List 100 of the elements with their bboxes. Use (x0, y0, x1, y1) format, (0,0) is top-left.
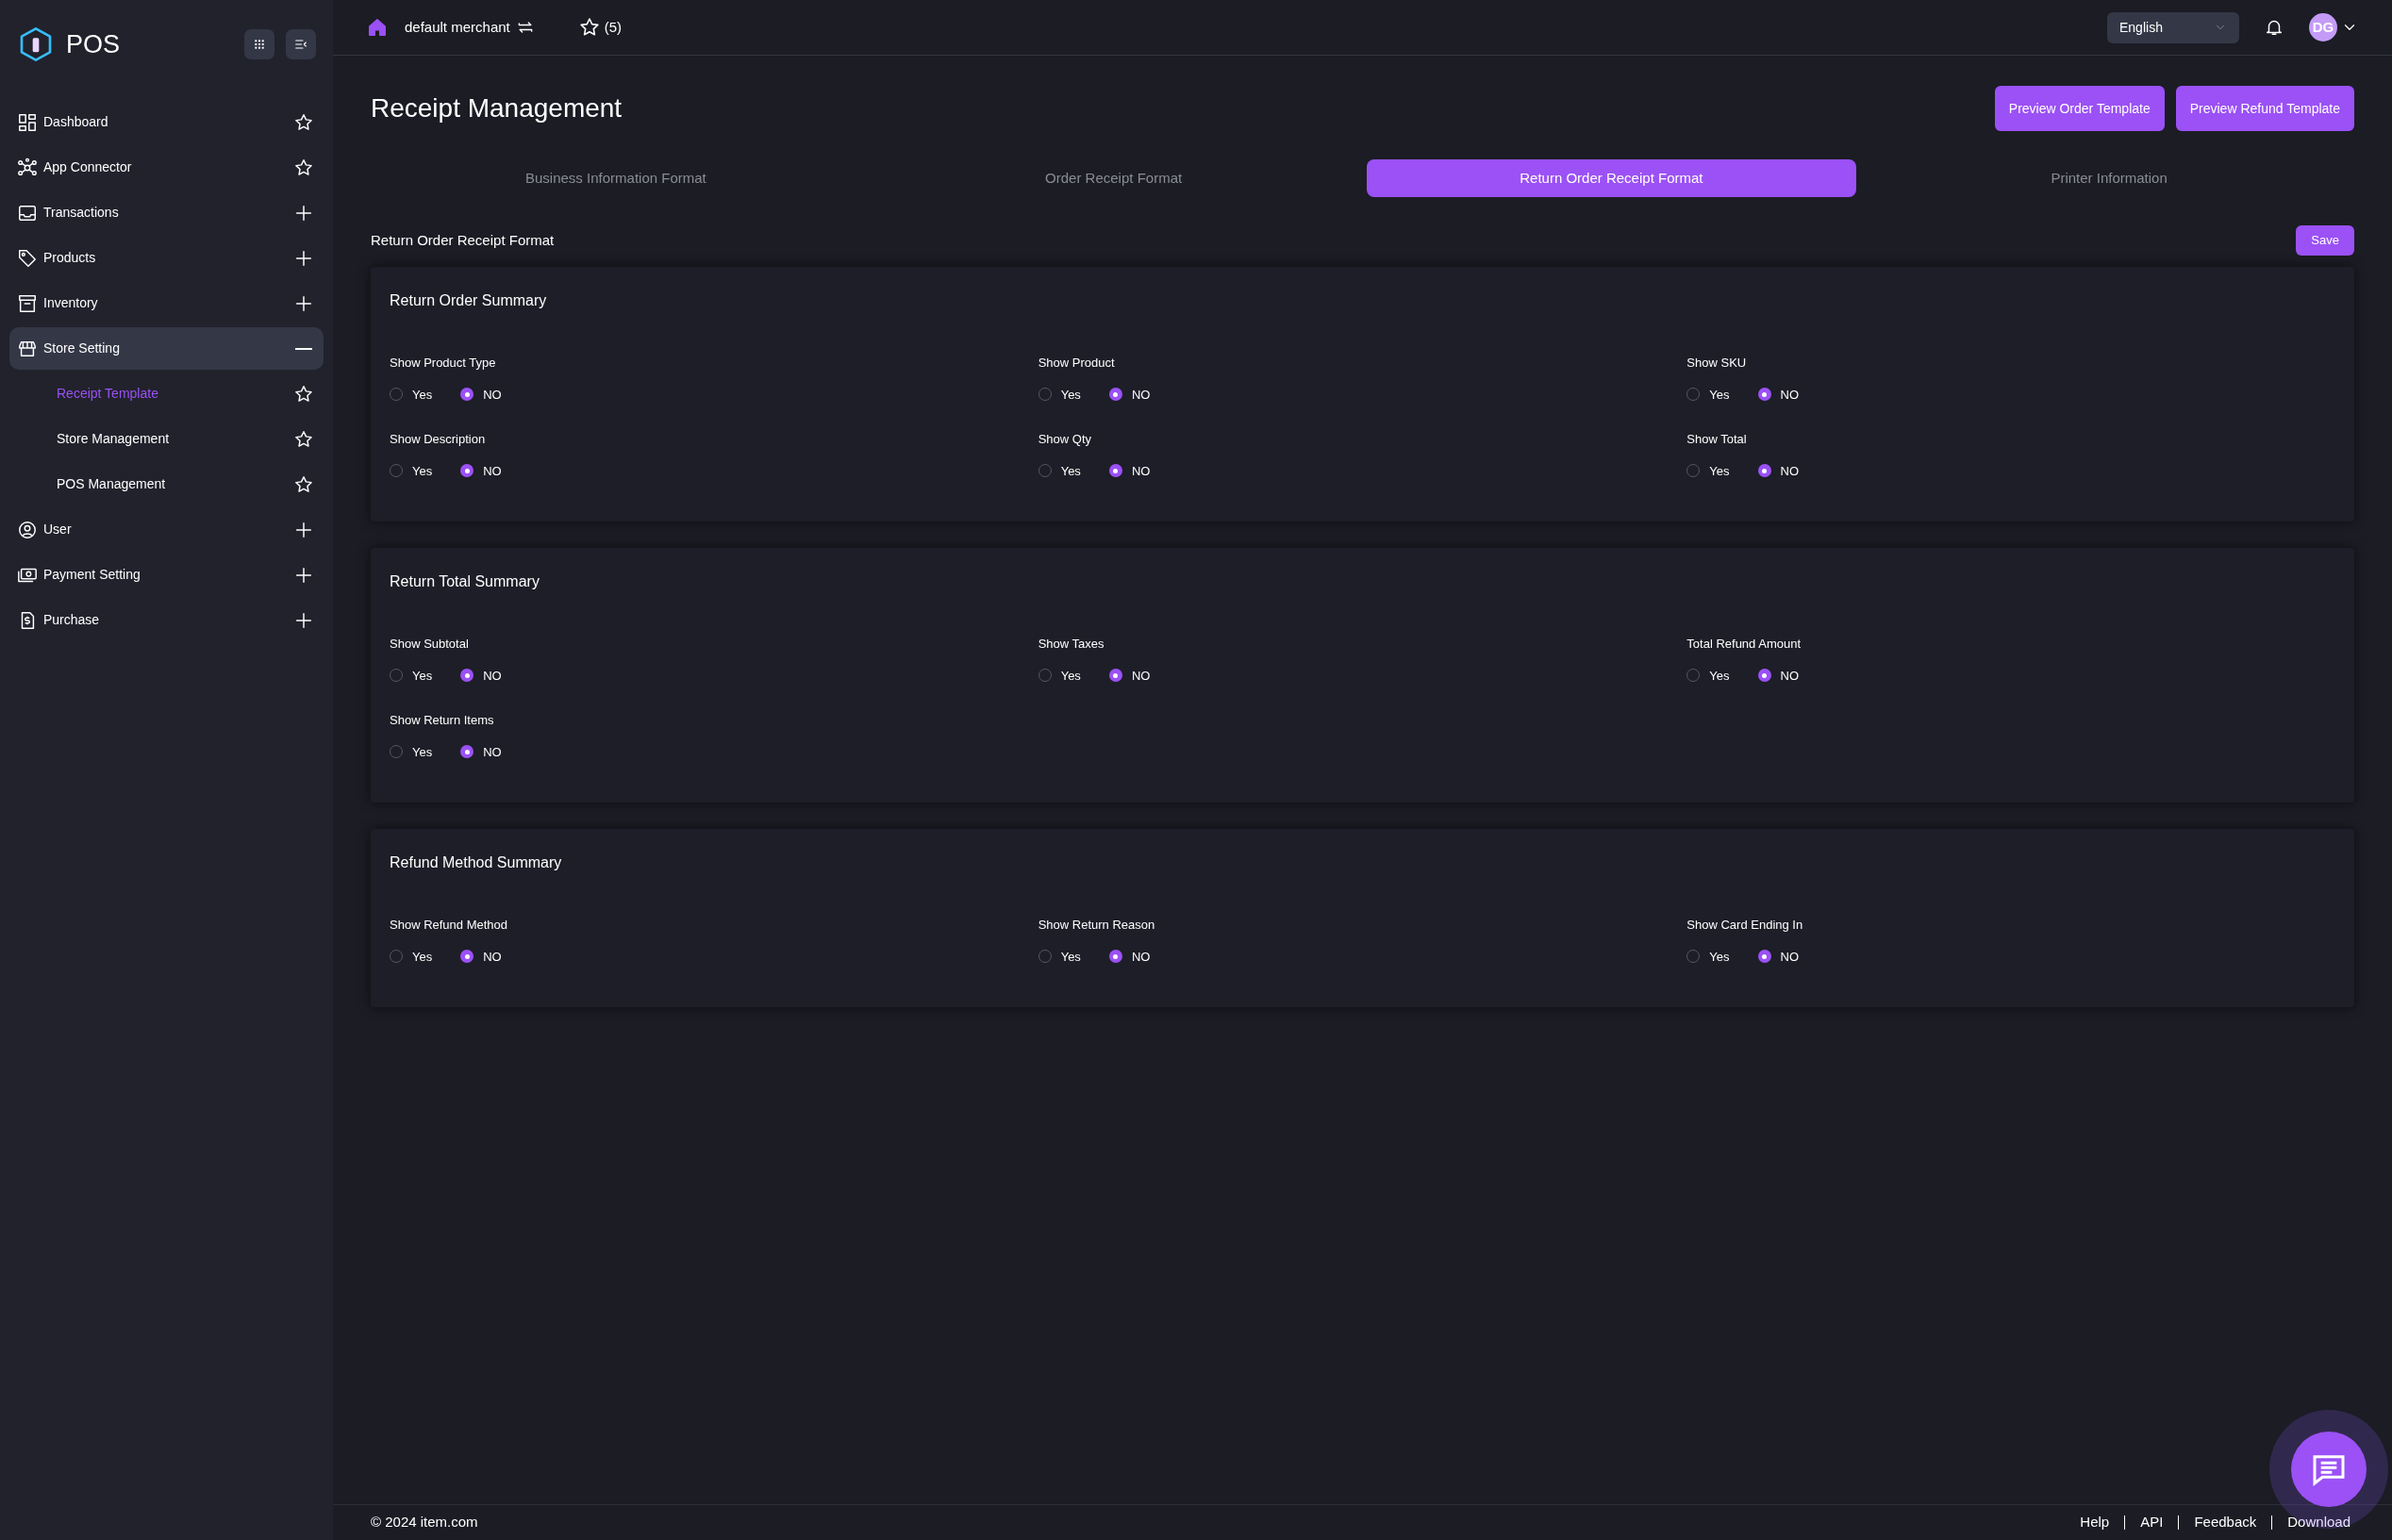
radio-button[interactable] (1757, 950, 1771, 964)
dashboard-icon (17, 111, 38, 133)
radio-option[interactable]: NO (460, 947, 502, 966)
field-label: Show SKU (1686, 355, 1748, 372)
page-title: Receipt Management (371, 92, 623, 124)
radio-option[interactable]: Yes (1686, 666, 1730, 685)
tab[interactable]: Business Information Format (371, 159, 861, 197)
field-label: Total Refund Amount (1686, 636, 1802, 653)
field-label: Show Product (1038, 355, 1116, 372)
star-icon (293, 157, 314, 178)
sidebar-item[interactable]: App Connector (9, 146, 324, 189)
radio-button[interactable] (460, 669, 474, 683)
field-label: Show Return Reason (1038, 917, 1156, 934)
card-title: Return Order Summary (390, 291, 548, 310)
sidebar-item[interactable]: Payment Setting (9, 554, 324, 596)
sidebar-item[interactable]: Store Management (9, 418, 324, 460)
tab[interactable]: Return Order Receipt Format (1366, 159, 1857, 197)
field-label: Show Description (390, 431, 487, 448)
radio-option[interactable]: NO (460, 666, 502, 685)
radio-option[interactable]: Yes (390, 666, 433, 685)
radio-option[interactable]: Yes (1038, 385, 1081, 404)
field-label: Show Taxes (1038, 636, 1105, 653)
tab[interactable]: Order Receipt Format (868, 159, 1359, 197)
card-title: Refund Method Summary (390, 853, 563, 872)
field-label: Show Refund Method (390, 917, 509, 934)
star-icon (293, 383, 314, 405)
radio-option[interactable]: NO (1108, 947, 1151, 966)
radio-option[interactable]: Yes (1038, 461, 1081, 480)
copyright-text: © 2024 item.com (371, 1513, 478, 1532)
footer-link[interactable]: Feedback (2194, 1512, 2257, 1533)
radio-option[interactable]: NO (1108, 666, 1151, 685)
radio-option[interactable]: NO (1757, 385, 1800, 404)
field-label: Show Product Type (390, 355, 497, 372)
field-label: Show Return Items (390, 712, 495, 729)
radio-option[interactable]: Yes (390, 947, 433, 966)
save-button[interactable]: Save (2296, 225, 2354, 256)
radio-button[interactable] (460, 745, 474, 759)
language-select[interactable]: English (2107, 11, 2239, 43)
radio-button[interactable] (1108, 388, 1122, 402)
sidebar-item[interactable]: POS Management (9, 463, 324, 505)
sidebar-item[interactable]: Receipt Template (9, 373, 324, 415)
radio-option[interactable]: NO (1757, 947, 1800, 966)
archive-icon (17, 292, 38, 314)
star-icon (293, 473, 314, 495)
radio-button[interactable] (1108, 464, 1122, 478)
radio-button[interactable] (1108, 950, 1122, 964)
radio-option[interactable]: Yes (1686, 385, 1730, 404)
radio-button[interactable] (460, 388, 474, 402)
radio-option[interactable]: NO (1108, 461, 1151, 480)
radio-option[interactable]: NO (460, 742, 502, 761)
radio-button[interactable] (460, 464, 474, 478)
radio-option[interactable]: Yes (1038, 666, 1081, 685)
radio-button[interactable] (1757, 388, 1771, 402)
sidebar-item[interactable]: Inventory (9, 282, 324, 324)
field-label: Show Total (1686, 431, 1748, 448)
radio-option[interactable]: NO (1108, 385, 1151, 404)
grid-icon (252, 37, 267, 52)
radio-option[interactable]: Yes (390, 742, 433, 761)
radio-option[interactable]: NO (1757, 461, 1800, 480)
grid-button[interactable] (244, 29, 274, 59)
radio-option[interactable]: NO (460, 385, 502, 404)
field-label: Show Subtotal (390, 636, 470, 653)
radio-option[interactable]: Yes (1686, 947, 1730, 966)
field-label: Show Qty (1038, 431, 1092, 448)
collapse-icon (293, 37, 308, 52)
home-icon (367, 17, 388, 38)
star-icon (577, 16, 601, 39)
radio-option[interactable]: Yes (1038, 947, 1081, 966)
card-title: Return Total Summary (390, 572, 540, 591)
network-icon (17, 157, 38, 178)
radio-button[interactable] (1757, 669, 1771, 683)
section-heading: Return Order Receipt Format (371, 230, 555, 250)
radio-option[interactable]: Yes (390, 385, 433, 404)
preview-button[interactable]: Preview Order Template (1994, 86, 2165, 131)
radio-button[interactable] (1757, 464, 1771, 478)
collapse-button[interactable] (286, 29, 316, 59)
radio-option[interactable]: Yes (1686, 461, 1730, 480)
footer-link[interactable]: API (2140, 1512, 2164, 1533)
tab[interactable]: Printer Information (1864, 159, 2354, 197)
favorites-count[interactable]: (5) (604, 16, 623, 39)
radio-button[interactable] (1108, 669, 1122, 683)
user-icon (17, 519, 38, 540)
radio-button[interactable] (460, 950, 474, 964)
sidebar-item[interactable]: Store Setting (9, 327, 324, 370)
radio-option[interactable]: Yes (390, 461, 433, 480)
footer-link[interactable]: Download (2287, 1512, 2350, 1533)
sidebar-item[interactable]: Purchase (9, 599, 324, 641)
preview-button[interactable]: Preview Refund Template (2175, 86, 2354, 131)
sidebar-item[interactable]: Dashboard (9, 101, 324, 143)
tag-icon (17, 247, 38, 269)
field-label: Show Card Ending In (1686, 917, 1804, 934)
footer-link[interactable]: Help (2080, 1512, 2110, 1533)
star-icon (293, 428, 314, 450)
sidebar-item[interactable]: Products (9, 237, 324, 279)
app-name: POS (66, 28, 122, 60)
radio-option[interactable]: NO (1757, 666, 1800, 685)
merchant-name[interactable]: default merchant (405, 16, 510, 39)
radio-option[interactable]: NO (460, 461, 502, 480)
sidebar-item[interactable]: User (9, 508, 324, 551)
sidebar-item[interactable]: Transactions (9, 191, 324, 234)
